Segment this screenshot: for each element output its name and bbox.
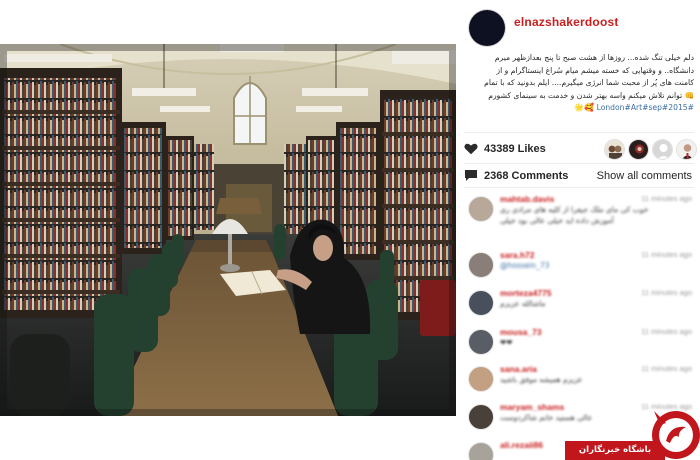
comment-text: عالی هستید خانم شاکردوست (500, 413, 593, 422)
comment-time: 11 minutes ago (641, 364, 692, 373)
commenter-avatar[interactable] (468, 290, 494, 316)
comment-text: ماشالله عزیزم (500, 299, 546, 308)
post-caption: دلم خیلی تنگ شده... روزها از هشت صبح تا … (466, 52, 694, 115)
commenter-avatar[interactable] (468, 404, 494, 430)
comment-time: 11 minutes ago (641, 250, 692, 259)
commenter-avatar[interactable] (468, 329, 494, 355)
comment-item: sana.aria 11 minutes ago عزیزم همیشه موفق … (464, 363, 696, 401)
likes-count[interactable]: 43389 Likes (484, 143, 546, 155)
comments-count: 2368 Comments (484, 170, 569, 182)
comment-time: 11 minutes ago (641, 327, 692, 336)
comments-row: 2368 Comments Show all comments (464, 168, 696, 184)
commenter-avatar[interactable] (468, 196, 494, 222)
commenter-avatar[interactable] (468, 366, 494, 392)
post-photo (0, 44, 456, 416)
caption-line: 👊 توانم تلاش میکنم واسه بهتر شدن و خدمت … (488, 90, 694, 100)
comment-item: mahtab.davis 11 minutes ago خوب کی مای ملک… (464, 193, 696, 231)
username-link[interactable]: elnazshakerdoost (514, 15, 619, 29)
comment-item: morteza4775 11 minutes ago ماشالله عزیزم (464, 287, 696, 325)
hashtags-link[interactable]: #London#Art#sep#2015 (597, 103, 694, 112)
show-all-comments-link[interactable]: Show all comments (597, 170, 692, 182)
commenter-username[interactable]: ali.rezaii86 (500, 440, 543, 450)
commenter-username[interactable]: mahtab.davis (500, 194, 554, 204)
commenter-username[interactable]: morteza4775 (500, 288, 552, 298)
comment-item: sara.h72 11 minutes ago @hossein_73 (464, 249, 696, 287)
commenter-username[interactable]: sara.h72 (500, 250, 535, 260)
liker-avatar[interactable] (628, 139, 649, 160)
comment-text: خوب کی مای ملک جیفرا از کلیه های مرادی ر… (500, 205, 649, 225)
caption-line-hashtags: #London#Art#sep#2015 🥰🌟 (466, 102, 694, 115)
likes-row: 43389 Likes (464, 139, 697, 160)
emoji: 🥰🌟 (574, 103, 595, 113)
commenter-avatar[interactable] (468, 442, 494, 460)
commenter-avatar[interactable] (468, 252, 494, 278)
commenter-username[interactable]: maryam_shams (500, 402, 564, 412)
divider (464, 187, 694, 188)
comment-text: ❤❤ (500, 338, 513, 347)
heart-icon[interactable] (464, 143, 478, 155)
caption-line: دانشگاه.. و وقتهایی که خسته میشم میام سُ… (496, 65, 694, 75)
user-avatar[interactable] (469, 10, 505, 46)
library-photo-image (0, 44, 456, 416)
comment-time: 11 minutes ago (641, 194, 692, 203)
caption-line: دلم خیلی تنگ شده... روزها از هشت صبح تا … (494, 53, 694, 62)
commenter-username[interactable]: sana.aria (500, 364, 537, 374)
divider (464, 132, 694, 133)
liker-avatar[interactable] (604, 139, 625, 160)
comment-item: mousa_73 11 minutes ago ❤❤ (464, 326, 696, 364)
post-header: elnazshakerdoost (456, 0, 700, 46)
liker-avatar[interactable] (676, 139, 697, 160)
news-agency-logo (652, 411, 700, 459)
commenter-username[interactable]: mousa_73 (500, 327, 542, 337)
post-side-panel: elnazshakerdoost دلم خیلی تنگ شده... روز… (456, 0, 700, 460)
comment-text: عزیزم همیشه موفق باشید (500, 375, 583, 384)
liker-avatar[interactable] (652, 139, 673, 160)
comment-text: @hossein_73 (500, 261, 550, 270)
comment-time: 11 minutes ago (641, 288, 692, 297)
caption-line: کامنت های پُر از محبت شما انرژی میگیرم..… (484, 78, 694, 88)
divider (464, 163, 694, 164)
comment-bubble-icon[interactable] (464, 169, 478, 182)
